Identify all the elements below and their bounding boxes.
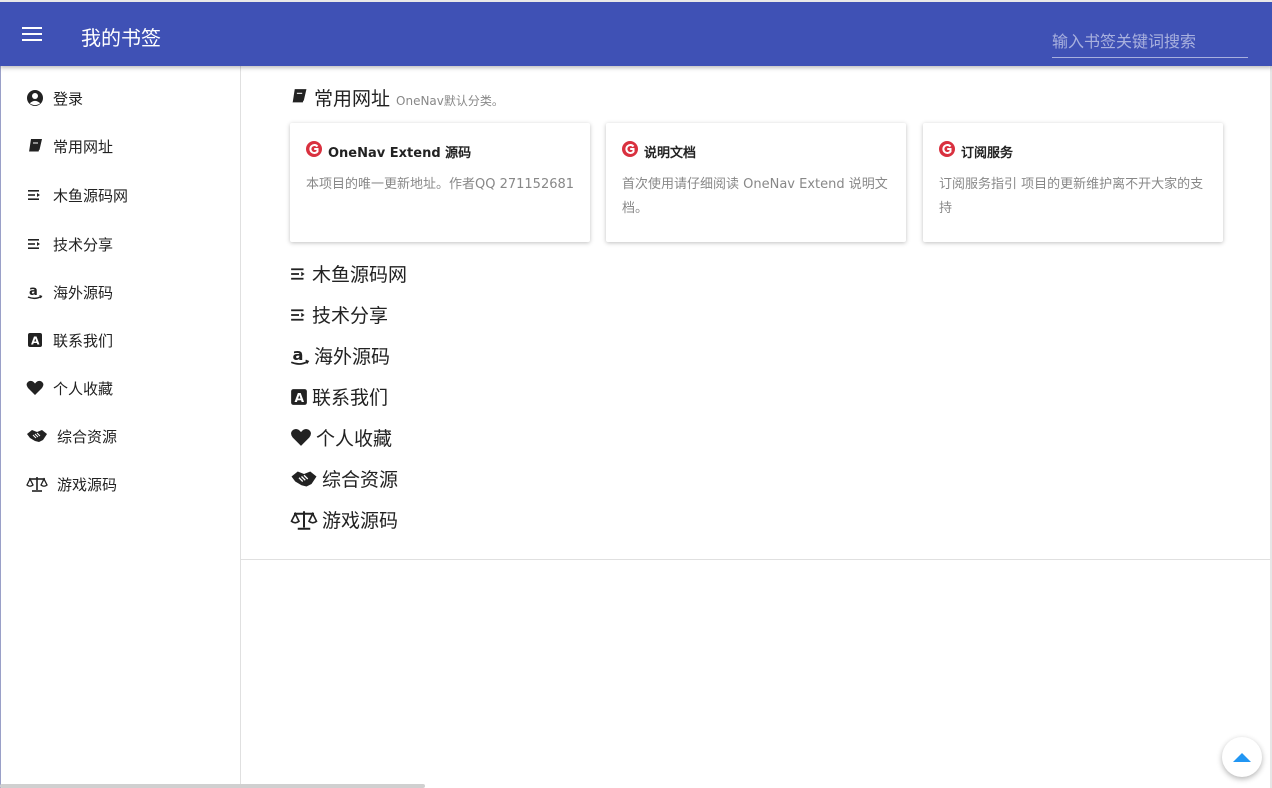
font-a-icon: A: [290, 388, 308, 406]
sidebar-item-label: 木鱼源码网: [53, 186, 129, 205]
bookmark-card[interactable]: 说明文档 首次使用请仔细阅读 OneNav Extend 说明文档。: [606, 123, 906, 242]
user-circle-icon: [25, 88, 45, 108]
sidebar-item-label: 综合资源: [57, 427, 118, 446]
svg-text:A: A: [31, 335, 40, 348]
balance-scale-icon: [290, 510, 318, 530]
card-description: 本项目的唯一更新地址。作者QQ 271152681: [306, 177, 575, 192]
card-title: OneNav Extend 源码: [328, 145, 472, 161]
search-input[interactable]: [1052, 26, 1248, 58]
category-subtitle: OneNav默认分类。: [396, 94, 504, 108]
sidebar-item-label: 个人收藏: [53, 379, 114, 398]
balance-scale-icon: [25, 474, 49, 494]
site-logo-icon: [306, 141, 322, 161]
card-title: 说明文档: [644, 145, 697, 161]
sidebar-item-login[interactable]: 登录: [25, 86, 83, 110]
category-label: 木鱼源码网: [312, 264, 408, 286]
book-icon: [25, 136, 45, 156]
card-description: 首次使用请仔细阅读 OneNav Extend 说明文档。: [622, 177, 888, 216]
category-label: 海外源码: [314, 346, 391, 368]
app-header: 我的书签: [0, 0, 1272, 66]
bookmark-card[interactable]: OneNav Extend 源码 本项目的唯一更新地址。作者QQ 2711526…: [290, 123, 590, 242]
handshake-icon: [25, 426, 49, 446]
app-title: 我的书签: [81, 26, 161, 50]
sidebar-item-label: 海外源码: [53, 283, 114, 302]
sidebar-item-contact[interactable]: A 联系我们: [25, 328, 113, 352]
heart-icon: [290, 428, 312, 447]
svg-text:a: a: [293, 346, 304, 364]
category-label: 联系我们: [312, 387, 389, 409]
caret-up-icon: [1232, 748, 1252, 767]
category-title: 常用网址: [314, 88, 391, 110]
amazon-icon: a: [290, 346, 310, 366]
sidebar-item-common-sites[interactable]: 常用网址: [25, 134, 113, 158]
main-content: 常用网址 OneNav默认分类。 OneNav Extend 源码 本项目的唯一…: [241, 66, 1272, 560]
horizontal-scrollbar[interactable]: [0, 784, 425, 788]
sidebar-item-games[interactable]: 游戏源码: [25, 472, 117, 496]
sidebar-item-label: 常用网址: [53, 137, 114, 156]
category-label: 综合资源: [322, 469, 399, 491]
sidebar-item-overseas[interactable]: a 海外源码: [25, 280, 113, 304]
category-link-contact[interactable]: A 联系我们: [290, 383, 388, 410]
category-header: 常用网址 OneNav默认分类。: [290, 84, 504, 111]
sidebar-item-resources[interactable]: 综合资源: [25, 424, 117, 448]
sidebar-item-tech[interactable]: 技术分享: [25, 232, 113, 256]
svg-text:a: a: [29, 284, 38, 299]
back-to-top-button[interactable]: [1222, 737, 1262, 777]
font-a-icon: A: [25, 330, 45, 350]
menu-icon[interactable]: [22, 25, 44, 43]
amazon-icon: a: [25, 282, 45, 302]
sidebar-item-label: 技术分享: [53, 235, 114, 254]
list-icon: [25, 185, 45, 205]
list-icon: [290, 307, 308, 323]
category-link-tech[interactable]: 技术分享: [290, 301, 388, 328]
heart-icon: [25, 378, 45, 398]
card-title: 订阅服务: [961, 145, 1014, 161]
site-logo-icon: [939, 141, 955, 161]
site-logo-icon: [622, 141, 638, 161]
list-icon: [290, 266, 308, 282]
sidebar-item-muyu[interactable]: 木鱼源码网: [25, 183, 128, 207]
sidebar-item-label: 游戏源码: [57, 475, 118, 494]
handshake-icon: [290, 469, 318, 489]
category-label: 技术分享: [312, 305, 389, 327]
sidebar-item-favorites[interactable]: 个人收藏: [25, 376, 113, 400]
category-link-resources[interactable]: 综合资源: [290, 465, 398, 492]
card-description: 订阅服务指引 项目的更新维护离不开大家的支持: [939, 177, 1204, 216]
list-icon: [25, 234, 45, 254]
category-link-games[interactable]: 游戏源码: [290, 506, 398, 533]
sidebar-item-label: 登录: [53, 89, 84, 108]
category-label: 个人收藏: [316, 428, 393, 450]
book-icon: [290, 88, 308, 109]
sidebar-item-label: 联系我们: [53, 331, 114, 350]
sidebar: 登录 常用网址 木鱼源码网 技术分享 a 海外源码 A 联系我们 个人收藏 综合…: [0, 66, 241, 788]
svg-text:A: A: [295, 391, 305, 405]
category-link-overseas[interactable]: a 海外源码: [290, 342, 390, 369]
category-link-muyu[interactable]: 木鱼源码网: [290, 260, 407, 287]
bookmark-card[interactable]: 订阅服务 订阅服务指引 项目的更新维护离不开大家的支持: [923, 123, 1223, 242]
category-link-favorites[interactable]: 个人收藏: [290, 424, 392, 451]
category-label: 游戏源码: [322, 510, 399, 532]
